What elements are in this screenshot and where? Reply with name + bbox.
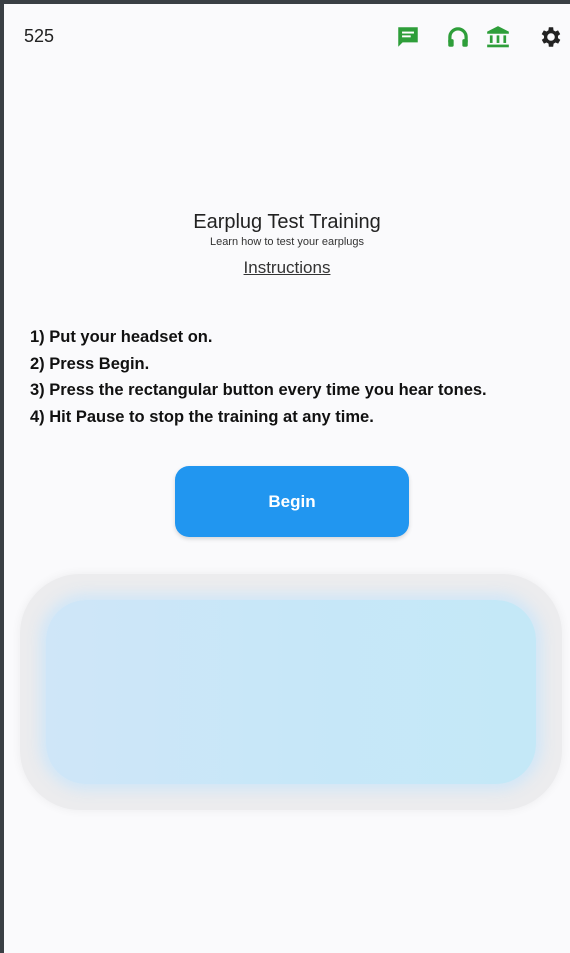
instruction-steps: 1) Put your headset on. 2) Press Begin. …	[30, 324, 487, 430]
gear-icon[interactable]	[538, 24, 564, 50]
step-1: 1) Put your headset on.	[30, 328, 213, 346]
counter-value: 525	[24, 26, 55, 46]
tone-button-frame	[20, 574, 562, 810]
app-screen: 525 Earplug Test Training Learn how to t…	[0, 0, 570, 953]
step-3: 3) Press the rectangular button every ti…	[30, 381, 487, 399]
instructions-link[interactable]: Instructions	[244, 257, 331, 279]
title-block: Earplug Test Training Learn how to test …	[4, 209, 570, 279]
page-subtitle: Learn how to test your earplugs	[209, 236, 365, 248]
page-title: Earplug Test Training	[193, 211, 381, 233]
bank-icon[interactable]	[485, 24, 511, 50]
step-2: 2) Press Begin.	[30, 354, 150, 373]
chat-icon[interactable]	[395, 24, 421, 50]
top-bar: 525	[4, 4, 570, 74]
step-4: 4) Hit Pause to stop the training at any…	[30, 407, 374, 426]
tone-response-button[interactable]	[46, 600, 536, 784]
begin-button[interactable]: Begin	[175, 466, 409, 537]
headphones-icon[interactable]	[445, 24, 471, 50]
